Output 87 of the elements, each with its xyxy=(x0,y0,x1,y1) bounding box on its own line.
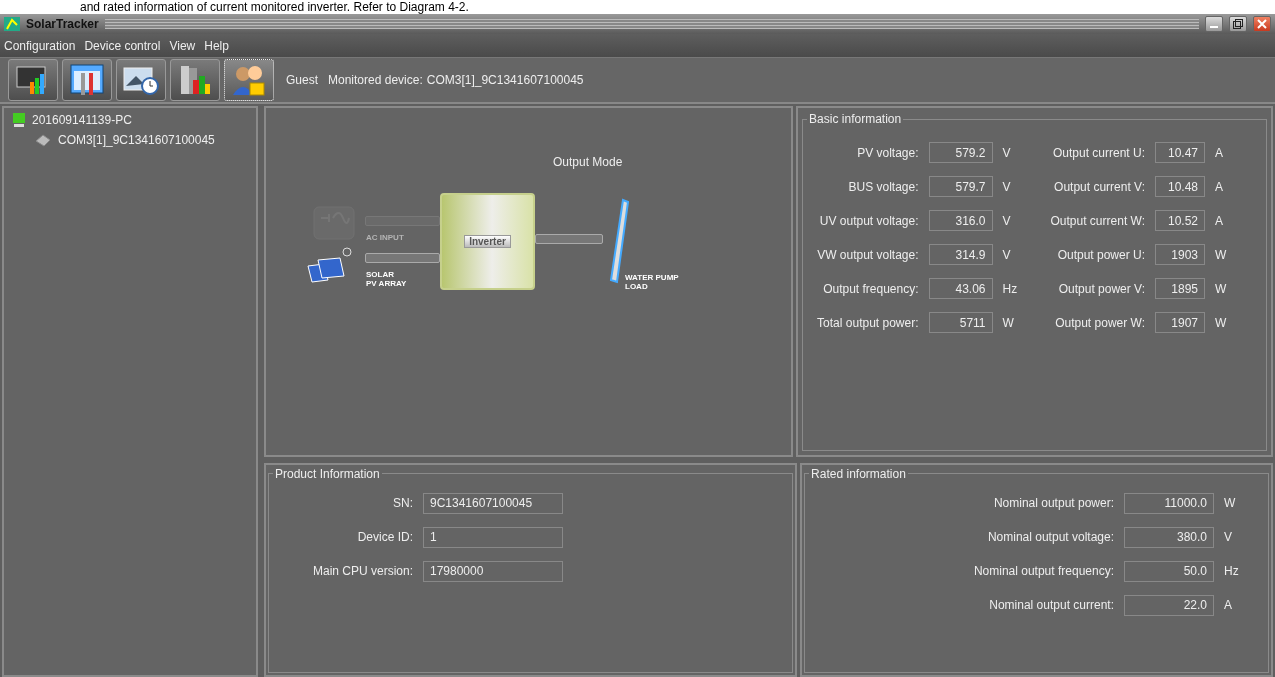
pipe xyxy=(535,234,603,244)
field-label: Output current W: xyxy=(1050,213,1145,228)
users-lock-icon xyxy=(231,63,267,97)
unit-label: V xyxy=(1224,530,1233,545)
value-field: 10.48 xyxy=(1155,176,1205,197)
value-field: 43.06 xyxy=(928,278,993,299)
photo-clock-icon xyxy=(122,64,160,96)
toolbar-button[interactable] xyxy=(116,59,166,101)
value-field: 316.0 xyxy=(928,210,993,231)
unit-label: W xyxy=(1215,315,1228,330)
unit-label: Hz xyxy=(1002,281,1019,296)
toolbar-button[interactable] xyxy=(170,59,220,101)
value-field: 1903 xyxy=(1155,244,1205,265)
unit-label: V xyxy=(1002,213,1012,228)
unit-label: A xyxy=(1215,213,1224,228)
field-label: PV voltage: xyxy=(856,145,919,160)
restore-icon xyxy=(1233,19,1243,29)
field-label: Nominal output voltage: xyxy=(986,530,1114,545)
toolbar-button[interactable] xyxy=(62,59,112,101)
value-field: 314.9 xyxy=(928,244,993,265)
value-field: 380.0 xyxy=(1124,526,1214,548)
maximize-button[interactable] xyxy=(1229,16,1247,32)
field-label: Output power V: xyxy=(1057,281,1145,296)
device-name: COM3[1]_9C1341607100045 xyxy=(426,73,584,87)
unit-label: V xyxy=(1002,179,1012,194)
field-label: UV output voltage: xyxy=(818,213,919,228)
unit-label: W xyxy=(1215,281,1228,296)
solar-pv-array-label: SOLAR PV ARRAY xyxy=(366,270,407,288)
device-label: Monitored device: xyxy=(328,73,423,87)
group-title: Basic information xyxy=(808,112,903,126)
menu-item[interactable]: Configuration xyxy=(4,38,76,53)
value-field: 10.47 xyxy=(1155,142,1205,163)
value-field: 11000.0 xyxy=(1124,492,1214,514)
user-name: Guest xyxy=(286,73,318,87)
value-field: 5711 xyxy=(928,312,993,333)
field-label: Output power U: xyxy=(1056,247,1145,262)
ac-input-label: AC INPUT xyxy=(366,233,404,242)
app-logo-icon xyxy=(4,17,20,31)
inverter-box: Inverter xyxy=(440,193,535,290)
unit-label: A xyxy=(1215,145,1224,160)
value-field: 10.52 xyxy=(1155,210,1205,231)
unit-label: Hz xyxy=(1224,564,1240,579)
field-label: Output power W: xyxy=(1054,315,1145,330)
field-label: Nominal output frequency: xyxy=(972,564,1114,579)
value-field: 579.2 xyxy=(928,142,993,163)
unit-label: W xyxy=(1215,247,1228,262)
computer-icon xyxy=(12,112,26,128)
field-label: Output frequency: xyxy=(822,281,919,296)
unit-label: A xyxy=(1224,598,1233,613)
value-field: 9C1341607100045 xyxy=(423,492,563,514)
field-label: Nominal output power: xyxy=(992,496,1114,511)
field-label: Output current U: xyxy=(1051,145,1145,160)
unit-label: V xyxy=(1002,247,1012,262)
close-button[interactable] xyxy=(1253,16,1271,32)
unit-label: W xyxy=(1224,496,1237,511)
water-pump-load-label: WATER PUMP LOAD xyxy=(625,273,679,291)
close-icon xyxy=(1257,19,1267,29)
value-field: 1895 xyxy=(1155,278,1205,299)
unit-label: W xyxy=(1002,315,1015,330)
unit-label: A xyxy=(1215,179,1224,194)
value-field: 1 xyxy=(423,526,563,548)
value-field: 22.0 xyxy=(1124,594,1214,616)
field-label: Main CPU version: xyxy=(311,564,413,579)
field-label: Nominal output current: xyxy=(988,598,1114,613)
menu-item[interactable]: View xyxy=(169,38,196,53)
field-label: BUS voltage: xyxy=(847,179,919,194)
field-label: Output current V: xyxy=(1053,179,1145,194)
value-field: 50.0 xyxy=(1124,560,1214,582)
field-label: VW output voltage: xyxy=(817,247,919,262)
tree-item[interactable]: COM3[1]_9C1341607100045 xyxy=(58,133,215,147)
field-label: SN: xyxy=(392,496,413,511)
field-label: Device ID: xyxy=(356,530,413,545)
group-title: Product Information xyxy=(274,466,381,481)
tree-item[interactable]: 201609141139-PC xyxy=(32,113,132,127)
value-field: 579.7 xyxy=(928,176,993,197)
field-label: Total output power: xyxy=(817,315,919,330)
toolbar-button[interactable] xyxy=(8,59,58,101)
caption-text: and rated information of current monitored inverter. Refer to Diagram 4-2. xyxy=(0,0,1275,14)
menu-item[interactable]: Help xyxy=(204,38,229,53)
minimize-button[interactable] xyxy=(1205,16,1223,32)
menu-item[interactable]: Device control xyxy=(84,38,161,53)
diagram-title: Output Mode xyxy=(553,155,623,169)
unit-label: V xyxy=(1002,145,1012,160)
value-field: 1907 xyxy=(1155,312,1205,333)
group-title: Rated information xyxy=(810,466,907,481)
window-title: SolarTracker xyxy=(26,17,99,31)
value-field: 17980000 xyxy=(423,560,563,582)
